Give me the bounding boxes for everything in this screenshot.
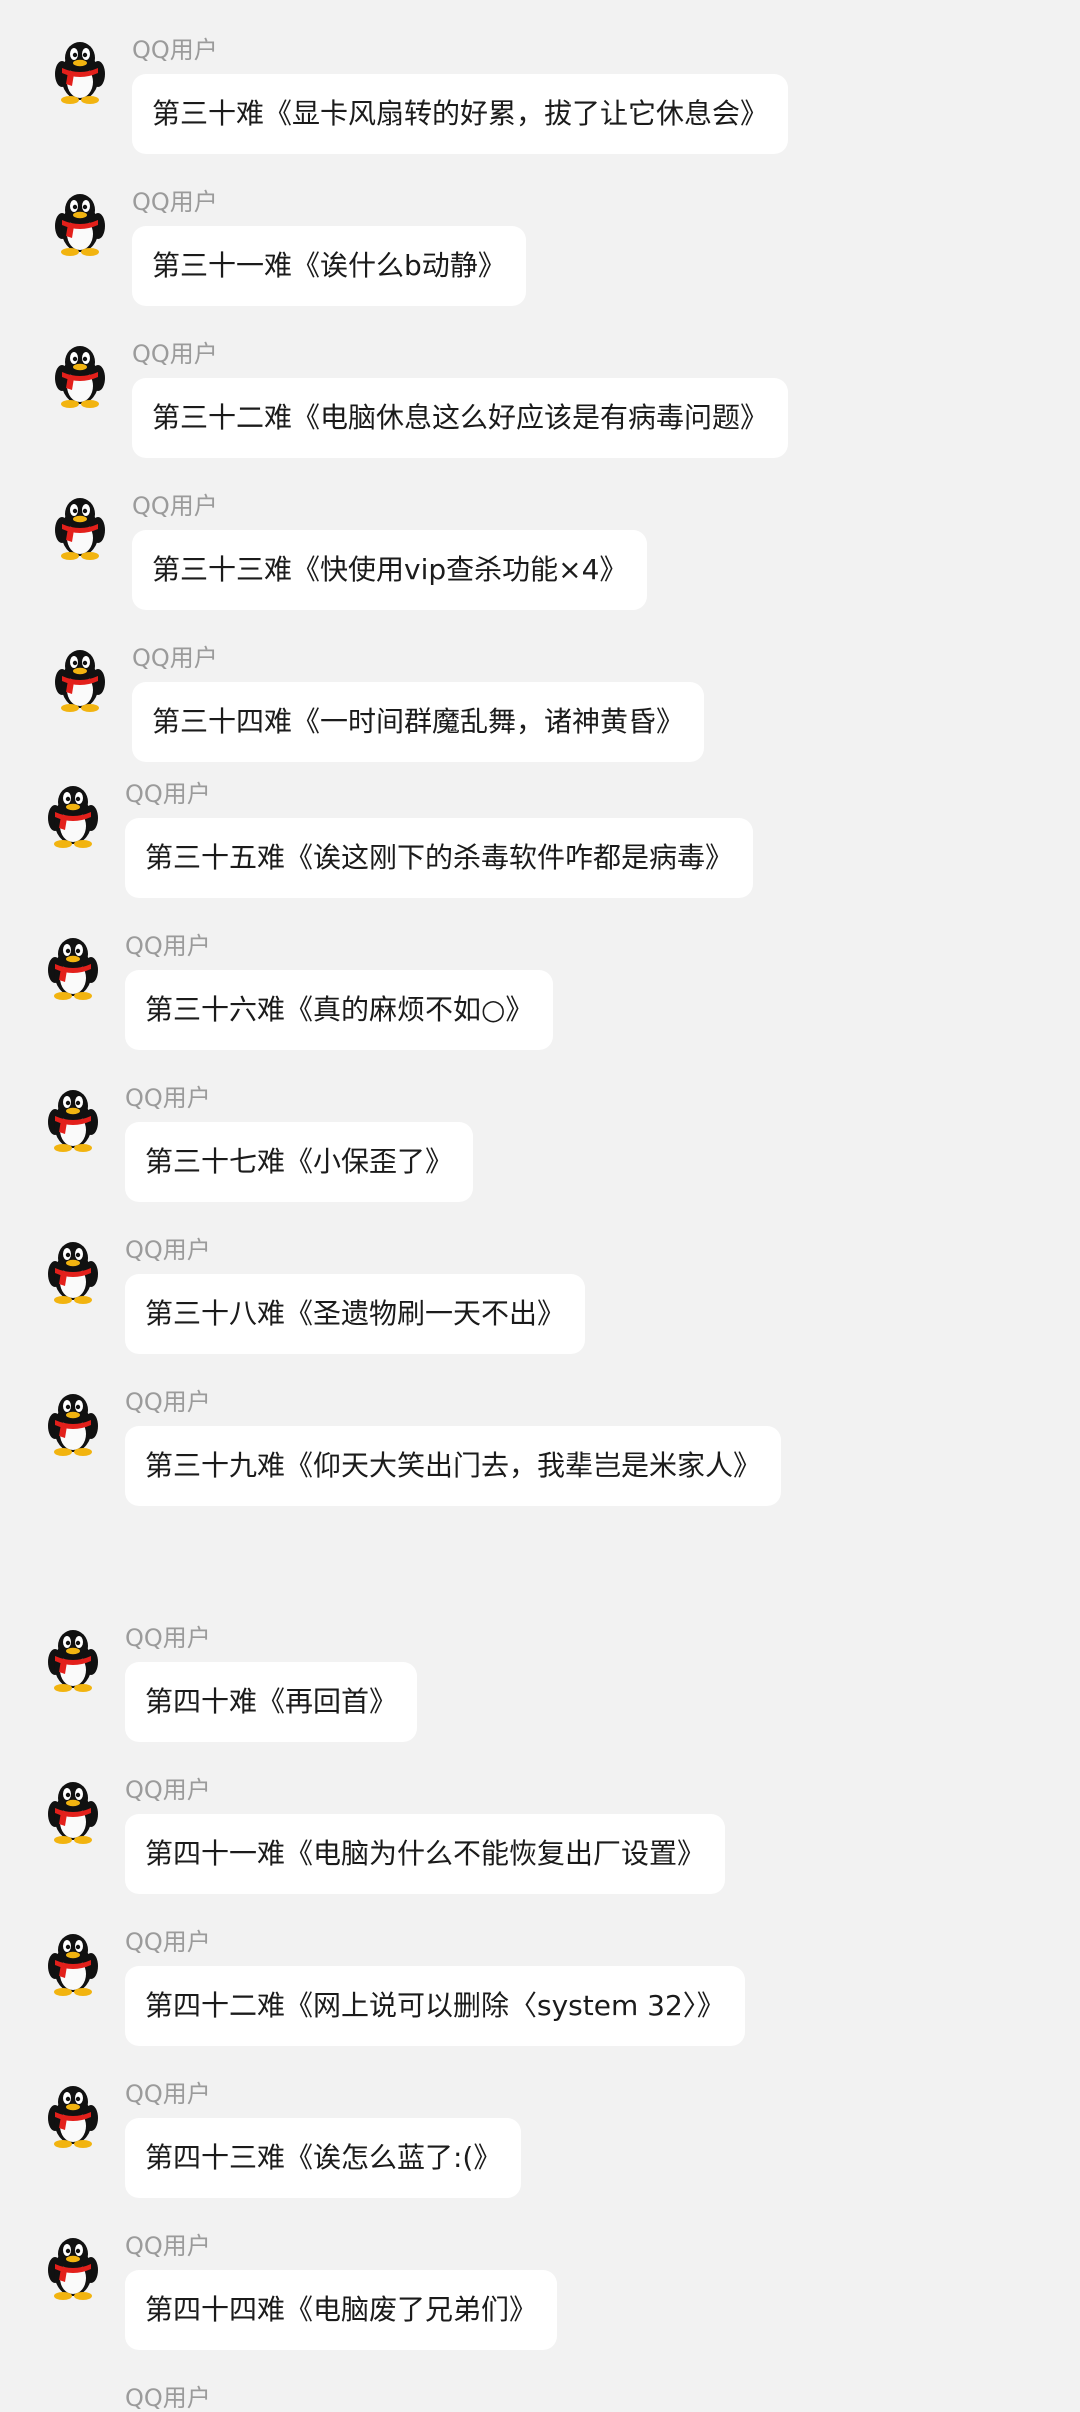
sender-name: QQ用户 (125, 1624, 211, 1652)
chat-message: QQ用户第三十三难《快使用vip查杀功能×4》 (0, 488, 1080, 618)
chat-message: QQ用户第四十三难《诶怎么蓝了:(》 (0, 2076, 1080, 2206)
sender-name: QQ用户 (125, 1928, 211, 1956)
message-bubble[interactable]: 第三十三难《快使用vip查杀功能×4》 (132, 530, 648, 610)
qq-penguin-avatar-icon[interactable] (45, 1932, 101, 1996)
qq-penguin-avatar-icon[interactable] (45, 2236, 101, 2300)
chat-message: QQ用户第三十九难《仰天大笑出门去，我辈岂是米家人》 (0, 1384, 1080, 1514)
chat-message: QQ用户第三十难《显卡风扇转的好累，拔了让它休息会》 (0, 32, 1080, 162)
qq-penguin-avatar-icon[interactable] (52, 344, 108, 408)
message-bubble[interactable]: 第四十难《再回首》 (125, 1662, 418, 1742)
sender-name: QQ用户 (125, 2232, 211, 2260)
qq-penguin-avatar-icon[interactable] (45, 1240, 101, 1304)
chat-message: QQ用户第四十二难《网上说可以删除〈system 32〉》 (0, 1924, 1080, 2054)
message-bubble[interactable]: 第三十九难《仰天大笑出门去，我辈岂是米家人》 (125, 1426, 782, 1506)
qq-penguin-avatar-icon[interactable] (45, 1088, 101, 1152)
qq-penguin-avatar-icon[interactable] (52, 648, 108, 712)
sender-name: QQ用户 (132, 644, 218, 672)
sender-name: QQ用户 (125, 1236, 211, 1264)
qq-penguin-avatar-icon[interactable] (45, 784, 101, 848)
qq-penguin-avatar-icon[interactable] (52, 496, 108, 560)
sender-name: QQ用户 (132, 188, 218, 216)
sender-name: QQ用户 (132, 492, 218, 520)
chat-message: QQ用户第三十四难《一时间群魔乱舞，诸神黄昏》 (0, 640, 1080, 770)
message-bubble[interactable]: 第三十六难《真的麻烦不如○》 (125, 970, 554, 1050)
chat-message: QQ用户第三十七难《小保歪了》 (0, 1080, 1080, 1210)
message-bubble[interactable]: 第三十八难《圣遗物刷一天不出》 (125, 1274, 586, 1354)
chat-message: QQ用户第四十难《再回首》 (0, 1620, 1080, 1750)
sender-name: QQ用户 (125, 1084, 211, 1112)
sender-name: QQ用户 (125, 780, 211, 808)
chat-message: QQ用户第三十六难《真的麻烦不如○》 (0, 928, 1080, 1058)
sender-name: QQ用户 (125, 1388, 211, 1416)
message-bubble[interactable]: 第三十二难《电脑休息这么好应该是有病毒问题》 (132, 378, 789, 458)
chat-message: QQ用户第四十一难《电脑为什么不能恢复出厂设置》 (0, 1772, 1080, 1902)
message-bubble[interactable]: 第三十五难《诶这刚下的杀毒软件咋都是病毒》 (125, 818, 754, 898)
chat-message: QQ用户第四十四难《电脑废了兄弟们》 (0, 2228, 1080, 2358)
qq-penguin-avatar-icon[interactable] (45, 2084, 101, 2148)
sender-name: QQ用户 (125, 1776, 211, 1804)
message-bubble[interactable]: 第三十一难《诶什么b动静》 (132, 226, 526, 306)
message-bubble[interactable]: 第三十四难《一时间群魔乱舞，诸神黄昏》 (132, 682, 705, 762)
sender-name: QQ用户 (125, 2080, 211, 2108)
sender-name: QQ用户 (132, 36, 218, 64)
qq-penguin-avatar-icon[interactable] (45, 1780, 101, 1844)
qq-penguin-avatar-icon[interactable] (45, 936, 101, 1000)
qq-penguin-avatar-icon[interactable] (45, 1628, 101, 1692)
chat-message: QQ用户第三十二难《电脑休息这么好应该是有病毒问题》 (0, 336, 1080, 466)
qq-penguin-avatar-icon[interactable] (52, 192, 108, 256)
message-bubble[interactable]: 第四十一难《电脑为什么不能恢复出厂设置》 (125, 1814, 726, 1894)
chat-message: QQ用户第三十一难《诶什么b动静》 (0, 184, 1080, 314)
message-bubble[interactable]: 第三十七难《小保歪了》 (125, 1122, 474, 1202)
sender-name: QQ用户 (125, 932, 211, 960)
message-bubble[interactable]: 第三十难《显卡风扇转的好累，拔了让它休息会》 (132, 74, 789, 154)
chat-message: QQ用户第三十八难《圣遗物刷一天不出》 (0, 1232, 1080, 1362)
qq-penguin-avatar-icon[interactable] (52, 40, 108, 104)
qq-penguin-avatar-icon[interactable] (45, 1392, 101, 1456)
message-bubble[interactable]: 第四十二难《网上说可以删除〈system 32〉》 (125, 1966, 745, 2046)
message-bubble[interactable]: 第四十三难《诶怎么蓝了:(》 (125, 2118, 522, 2198)
sender-name: QQ用户 (132, 340, 218, 368)
message-bubble[interactable]: 第四十四难《电脑废了兄弟们》 (125, 2270, 558, 2350)
sender-name-partial: QQ用户 (125, 2384, 211, 2412)
chat-message: QQ用户第三十五难《诶这刚下的杀毒软件咋都是病毒》 (0, 776, 1080, 906)
